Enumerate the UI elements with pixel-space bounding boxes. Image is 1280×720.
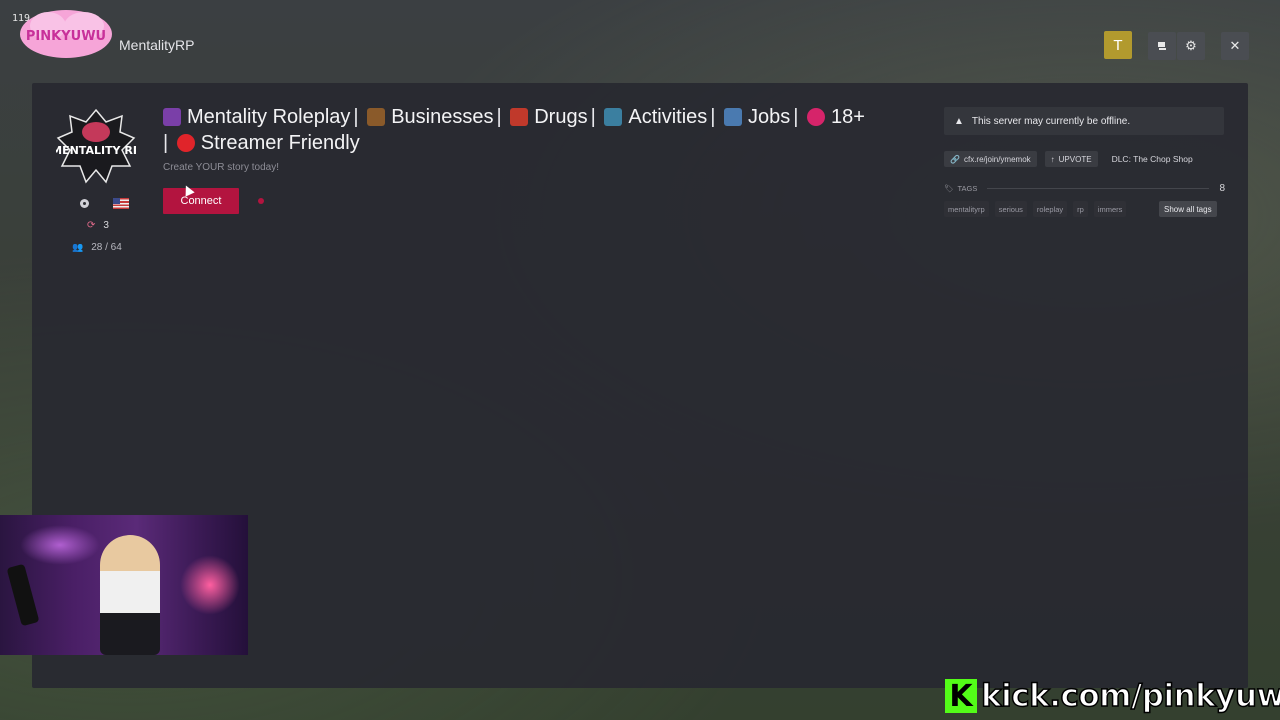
server-logo: MENTALITY RP	[56, 108, 136, 184]
title-segment: 18+	[807, 106, 865, 128]
title-segment: Activities	[604, 106, 707, 128]
title-segment: Businesses	[367, 106, 493, 128]
dlc-label: DLC: The Chop Shop	[1111, 154, 1193, 164]
players-icon: 👥	[72, 242, 84, 252]
arrow-up-icon: ↑	[1050, 154, 1055, 164]
leaf-emoji-icon	[510, 108, 529, 126]
tag-chip[interactable]: immers	[1093, 201, 1127, 217]
headphones-emoji-icon	[604, 108, 623, 126]
link-icon: 🔗	[950, 154, 960, 164]
title-segment: Streamer Friendly	[176, 132, 360, 154]
boost-icon: ⟳	[87, 220, 96, 231]
upvote-button[interactable]: ↑ UPVOTE	[1044, 151, 1098, 167]
boost-count: ⟳ 3	[87, 220, 109, 231]
tag-chip[interactable]: serious	[994, 201, 1027, 217]
us-flag-icon	[113, 198, 129, 209]
window-title: MentalityRP	[119, 37, 195, 53]
tag-chip[interactable]: mentalityrp	[944, 201, 989, 217]
warning-icon: ▲	[954, 115, 964, 127]
status-indicator	[258, 198, 264, 204]
kick-watermark: K kick.com/pinkyuwu	[945, 677, 1280, 715]
minimize-button[interactable]	[1148, 32, 1176, 60]
gear-icon: ⚙	[1185, 38, 1197, 53]
server-logo-text: MENTALITY RP	[56, 144, 136, 157]
player-count: 👥 28 / 64	[72, 242, 122, 253]
streamer-logo-text: PINKYUWU	[26, 29, 106, 44]
tag-icon: 🏷	[944, 183, 954, 193]
tag-chip[interactable]: roleplay	[1032, 201, 1068, 217]
server-tagline: Create YOUR story today!	[163, 162, 279, 173]
title-segment: Mentality Roleplay	[163, 106, 350, 128]
worker-emoji-icon	[724, 108, 743, 126]
lips-emoji-icon	[807, 108, 826, 126]
copy-icon	[1158, 42, 1166, 50]
streamer-logo: PINKYUWU	[20, 10, 112, 58]
title-segment: Jobs	[724, 106, 790, 128]
server-type-icon	[80, 199, 89, 208]
close-icon: ✕	[1229, 38, 1241, 53]
server-links: 🔗 cfx.re/join/ymemok ↑ UPVOTE DLC: The C…	[944, 151, 1199, 167]
kick-logo-icon: K	[945, 679, 977, 714]
tag-chip[interactable]: rp	[1073, 201, 1088, 217]
roleplay-emoji-icon	[163, 108, 181, 126]
close-button[interactable]: ✕	[1221, 32, 1249, 60]
webcam-overlay	[0, 515, 248, 655]
briefcase-emoji-icon	[367, 108, 386, 126]
kick-url: kick.com/pinkyuwu	[980, 677, 1280, 715]
connect-button[interactable]: Connect	[163, 188, 239, 214]
red-circle-emoji-icon	[176, 134, 195, 152]
offline-warning: ▲ This server may currently be offline.	[944, 107, 1224, 135]
join-link-chip[interactable]: 🔗 cfx.re/join/ymemok	[944, 151, 1037, 167]
tags-header: 🏷 TAGS 8	[944, 182, 1225, 194]
tags-count: 8	[1219, 182, 1225, 194]
show-all-tags-button[interactable]: Show all tags	[1159, 201, 1217, 217]
server-locale	[80, 198, 129, 209]
user-avatar-button[interactable]: T	[1104, 31, 1132, 59]
title-segment: Drugs	[510, 106, 588, 128]
streamer	[100, 535, 160, 655]
microphone	[6, 563, 40, 627]
settings-button[interactable]: ⚙	[1177, 32, 1205, 60]
server-title: Mentality Roleplay | Businesses | Drugs | A…	[163, 106, 865, 154]
